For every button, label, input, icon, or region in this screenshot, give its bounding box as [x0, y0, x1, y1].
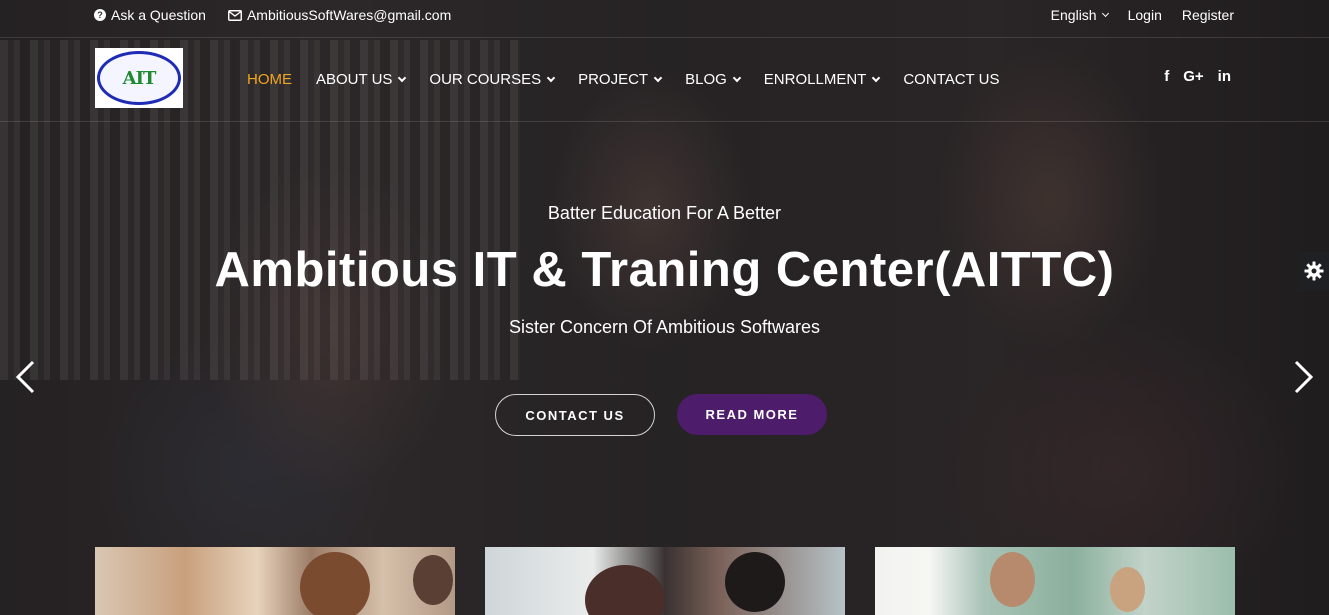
- top-bar: ? Ask a Question AmbitiousSoftWares@gmai…: [0, 0, 1329, 38]
- settings-toggle[interactable]: [1299, 252, 1329, 290]
- hero-subline: Sister Concern Of Ambitious Softwares: [508, 317, 821, 337]
- chevron-down-icon: [398, 73, 407, 82]
- nav-label: HOME: [247, 71, 292, 88]
- hero-headline: Ambitious IT & Traning Center(AITTC): [214, 243, 1115, 297]
- nav-label: OUR COURSES: [429, 71, 542, 88]
- nav-item-contact-us[interactable]: CONTACT US: [903, 71, 999, 88]
- login-label: Login: [1127, 7, 1162, 23]
- chevron-right-icon: [1294, 360, 1314, 394]
- email-link[interactable]: AmbitiousSoftWares@gmail.com: [227, 7, 452, 23]
- register-label: Register: [1181, 7, 1234, 23]
- nav-item-blog[interactable]: BLOG: [685, 71, 742, 88]
- chevron-down-icon: [653, 73, 663, 82]
- chevron-down-icon: [732, 73, 742, 82]
- nav-label: BLOG: [685, 71, 727, 88]
- ask-question-label: Ask a Question: [111, 7, 206, 23]
- gear-icon: [1304, 261, 1324, 281]
- chevron-down-icon: [1101, 9, 1109, 17]
- person-figure: [413, 555, 453, 605]
- nav-label: ENROLLMENT: [763, 71, 867, 88]
- person-figure: [300, 552, 370, 615]
- person-figure: [990, 552, 1035, 607]
- chevron-down-icon: [546, 73, 556, 82]
- register-link[interactable]: Register: [1182, 7, 1234, 23]
- slider-next-button[interactable]: [1293, 360, 1315, 394]
- envelope-icon: [227, 9, 242, 21]
- chevron-left-icon: [15, 360, 35, 394]
- nav-item-home[interactable]: HOME: [247, 71, 292, 88]
- main-navbar: AIT HOME ABOUT US OUR COURSES PROJECT BL…: [0, 38, 1329, 122]
- contact-us-button[interactable]: CONTACT US: [495, 394, 655, 436]
- course-card-image[interactable]: [95, 547, 455, 615]
- facebook-icon[interactable]: f: [1164, 68, 1169, 85]
- slider-prev-button[interactable]: [14, 360, 36, 394]
- person-figure: [725, 552, 785, 612]
- nav-item-enrollment[interactable]: ENROLLMENT: [763, 71, 881, 88]
- person-figure: [585, 565, 665, 615]
- email-address: AmbitiousSoftWares@gmail.com: [246, 7, 452, 23]
- person-figure: [1110, 567, 1145, 612]
- linkedin-icon[interactable]: in: [1218, 68, 1231, 85]
- topbar-contact: ? Ask a Question AmbitiousSoftWares@gmai…: [94, 7, 451, 23]
- read-more-button[interactable]: READ MORE: [677, 394, 827, 435]
- google-plus-icon[interactable]: G+: [1183, 68, 1203, 85]
- question-circle-icon: ?: [94, 9, 106, 21]
- logo-initials: AIT: [122, 67, 157, 89]
- topbar-account: English Login Register: [1051, 7, 1234, 23]
- nav-item-about-us[interactable]: ABOUT US: [316, 71, 407, 88]
- logo-emblem: AIT: [97, 51, 181, 105]
- language-label: English: [1050, 7, 1097, 23]
- site-logo[interactable]: AIT: [95, 48, 183, 108]
- language-select[interactable]: English: [1050, 7, 1109, 23]
- hero-tagline: Batter Education For A Better: [547, 203, 782, 223]
- nav-item-project[interactable]: PROJECT: [578, 71, 663, 88]
- chevron-down-icon: [872, 73, 881, 82]
- social-links: f G+ in: [1164, 68, 1231, 85]
- course-card-image[interactable]: [485, 547, 845, 615]
- login-link[interactable]: Login: [1128, 7, 1162, 23]
- nav-menu: HOME ABOUT US OUR COURSES PROJECT BLOG E…: [247, 71, 999, 88]
- nav-label: ABOUT US: [316, 71, 393, 88]
- ask-question-link[interactable]: ? Ask a Question: [94, 7, 206, 23]
- course-card-image[interactable]: [875, 547, 1235, 615]
- nav-label: CONTACT US: [903, 71, 1000, 88]
- nav-item-our-courses[interactable]: OUR COURSES: [429, 71, 556, 88]
- nav-label: PROJECT: [578, 71, 649, 88]
